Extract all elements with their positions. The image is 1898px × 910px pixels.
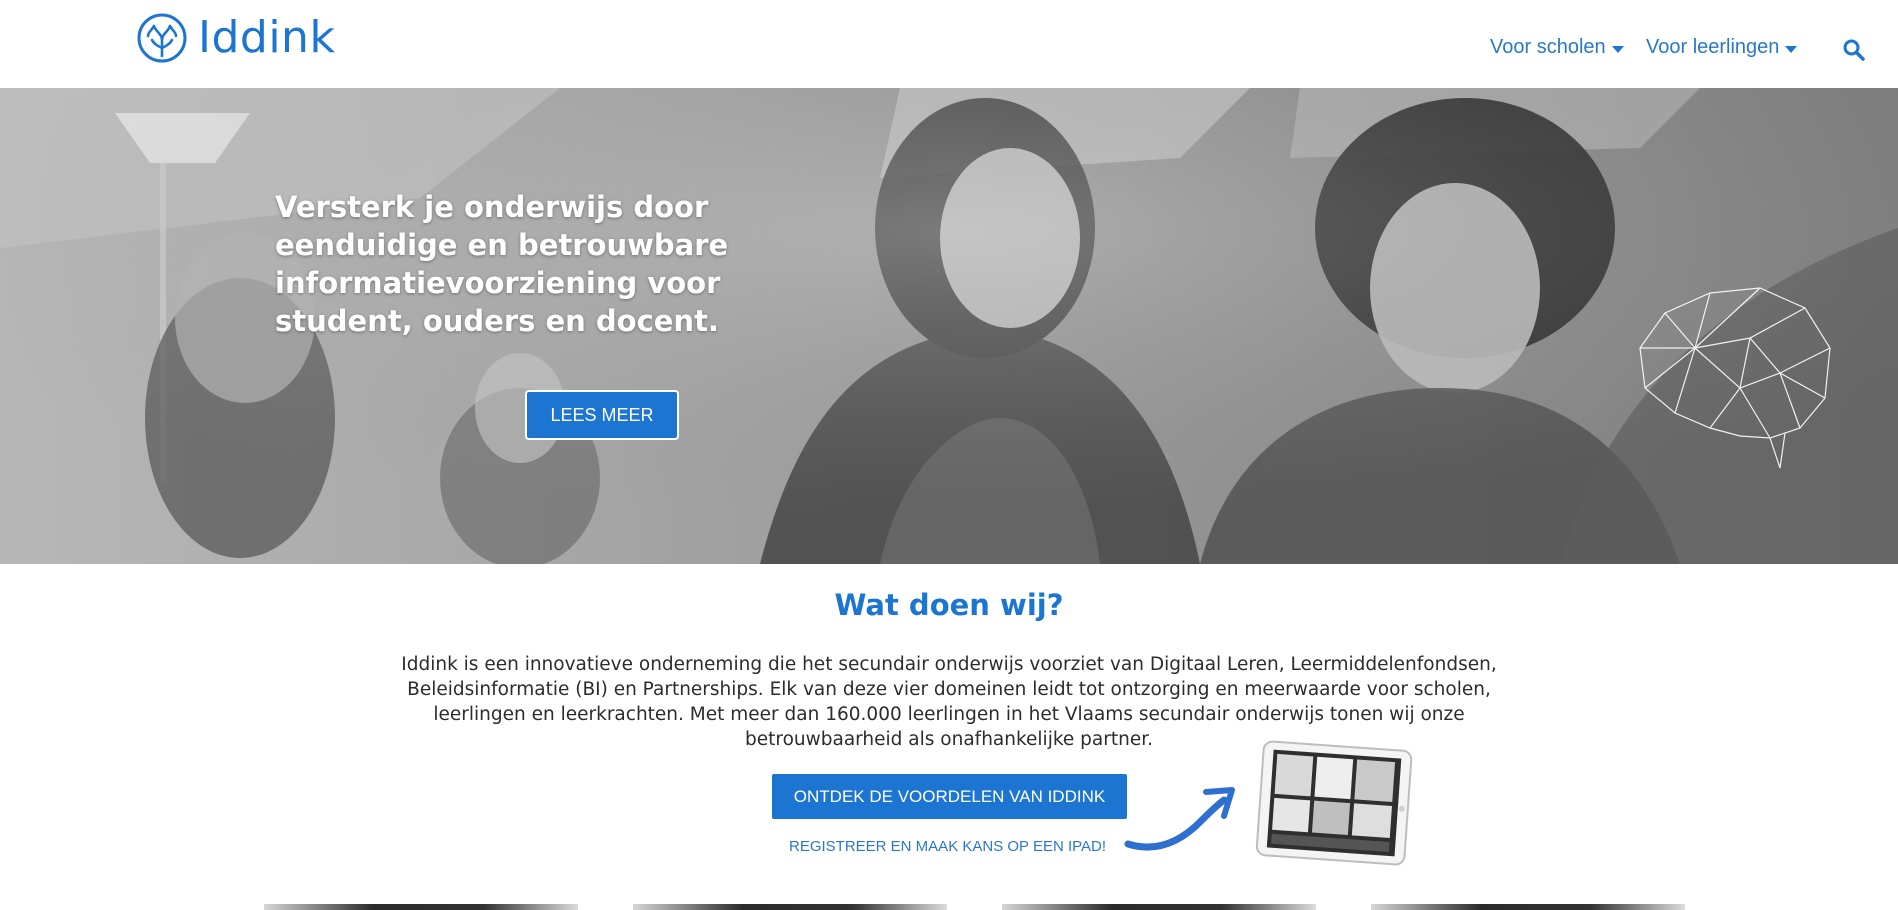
nav-voor-leerlingen[interactable]: Voor leerlingen bbox=[1646, 36, 1798, 59]
intro-paragraph: Iddink is een innovatieve onderneming di… bbox=[401, 654, 1497, 750]
nav-voor-leerlingen-label: Voor leerlingen bbox=[1646, 36, 1780, 58]
nav-voor-scholen-label: Voor scholen bbox=[1490, 36, 1606, 58]
curved-arrow-icon bbox=[1124, 787, 1235, 851]
card-preview-4 bbox=[1371, 904, 1685, 910]
ontdek-voordelen-button[interactable]: ONTDEK DE VOORDELEN VAN IDDINK bbox=[772, 774, 1127, 819]
main-nav: Voor scholen Voor leerlingen bbox=[0, 36, 1898, 62]
caret-down-icon bbox=[1611, 46, 1624, 53]
search-icon[interactable] bbox=[1842, 38, 1866, 62]
lees-meer-button[interactable]: LEES MEER bbox=[525, 390, 679, 440]
caret-down-icon bbox=[1785, 46, 1798, 53]
card-preview-3 bbox=[1002, 904, 1316, 910]
bottom-cards-preview bbox=[0, 904, 1898, 910]
hero-banner: Versterk je onderwijs door eenduidige en… bbox=[0, 88, 1898, 564]
card-preview-1 bbox=[264, 904, 578, 910]
hero-title: Versterk je onderwijs door eenduidige en… bbox=[275, 190, 729, 338]
register-link[interactable]: REGISTREER EN MAAK KANS OP EEN IPAD! bbox=[789, 838, 1106, 855]
card-preview-2 bbox=[633, 904, 947, 910]
site-header: Iddink Voor scholen Voor leerlingen bbox=[0, 0, 1898, 88]
section-title: Wat doen wij? bbox=[834, 588, 1064, 622]
brain-outline-icon bbox=[1639, 287, 1831, 469]
nav-voor-scholen[interactable]: Voor scholen bbox=[1490, 36, 1624, 59]
ipad-image bbox=[1255, 740, 1413, 866]
